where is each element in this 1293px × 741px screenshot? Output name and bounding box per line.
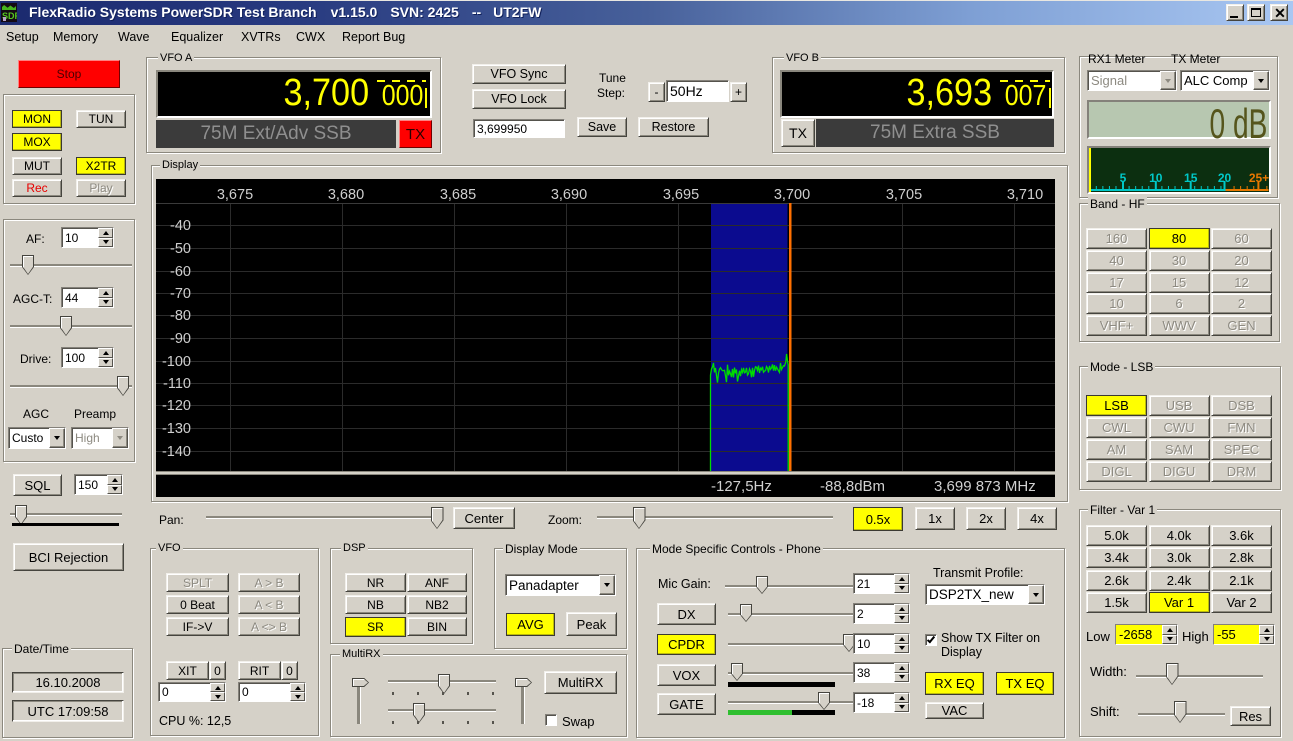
- svg-text:-100: -100: [162, 354, 191, 370]
- svg-text:3,710: 3,710: [1007, 187, 1043, 203]
- svg-text:3,675: 3,675: [217, 187, 253, 203]
- svg-text:20: 20: [1218, 171, 1232, 185]
- svg-text:-140: -140: [162, 444, 191, 460]
- svg-text:3,700: 3,700: [774, 187, 810, 203]
- svg-text:-130: -130: [162, 421, 191, 437]
- svg-text:25+: 25+: [1249, 171, 1269, 185]
- svg-text:10: 10: [1149, 171, 1163, 185]
- svg-text:3,680: 3,680: [328, 187, 364, 203]
- svg-text:-90: -90: [170, 331, 191, 347]
- svg-text:15: 15: [1184, 171, 1198, 185]
- svg-text:-60: -60: [170, 264, 191, 280]
- svg-text:3,685: 3,685: [440, 187, 476, 203]
- svg-text:5: 5: [1120, 171, 1127, 185]
- svg-text:-70: -70: [170, 286, 191, 302]
- svg-text:-40: -40: [170, 218, 191, 234]
- svg-text:3,705: 3,705: [886, 187, 922, 203]
- svg-text:-50: -50: [170, 241, 191, 257]
- svg-text:-80: -80: [170, 308, 191, 324]
- svg-text:3,690: 3,690: [551, 187, 587, 203]
- svg-text:3,695: 3,695: [663, 187, 699, 203]
- svg-text:-110: -110: [163, 376, 191, 392]
- svg-text:-120: -120: [162, 398, 191, 414]
